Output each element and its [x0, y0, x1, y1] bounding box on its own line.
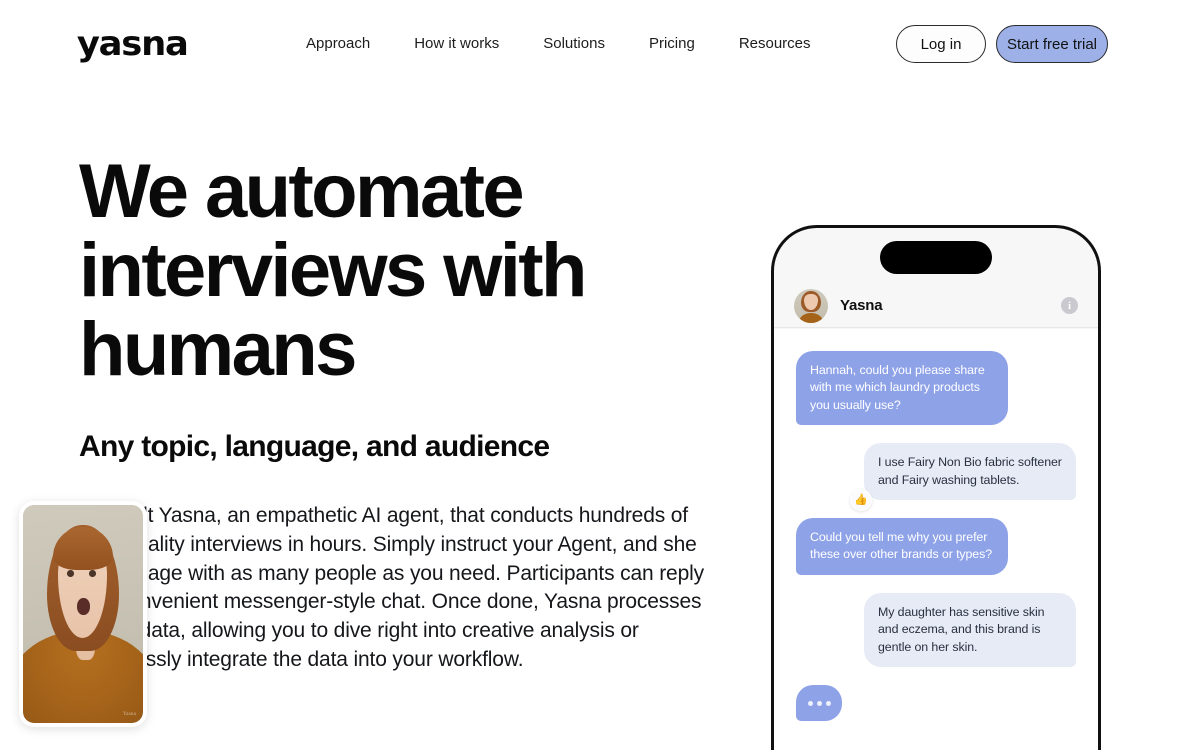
- nav-link-how-it-works[interactable]: How it works: [414, 33, 499, 55]
- top-navigation-bar: yasna Approach How it works Solutions Pr…: [0, 0, 1200, 88]
- start-free-trial-button[interactable]: Start free trial: [996, 25, 1108, 63]
- thumbs-up-reaction-icon[interactable]: 👍: [850, 489, 872, 512]
- user-message-bubble: I use Fairy Non Bio fabric softener and …: [864, 443, 1076, 501]
- landing-page: yasna Approach How it works Solutions Pr…: [0, 0, 1200, 750]
- hero-body-text: We built Yasna, an empathetic AI agent, …: [79, 504, 704, 671]
- hero-title: We automate interviews with humans: [79, 149, 587, 392]
- typing-dot: [807, 700, 813, 706]
- typing-indicator: [796, 685, 842, 722]
- chat-contact-name: Yasna: [840, 297, 883, 314]
- person-mouth: [77, 597, 91, 616]
- nav-actions: Log in Start free trial: [896, 25, 1108, 63]
- agent-message-bubble: Hannah, could you please share with me w…: [796, 351, 1008, 426]
- video-thumbnail: Yasna: [23, 505, 143, 723]
- video-preview-widget[interactable]: Yasna: [19, 501, 147, 727]
- info-icon[interactable]: i: [1061, 297, 1078, 314]
- avatar: [794, 288, 828, 323]
- chat-message-row: My daughter has sensitive skin and eczem…: [796, 592, 1076, 668]
- dynamic-island: [880, 241, 992, 274]
- nav-link-approach[interactable]: Approach: [306, 33, 370, 55]
- typing-dot: [816, 700, 822, 706]
- chat-message-row: [796, 685, 1076, 722]
- person-eye-right: [89, 570, 96, 577]
- person-eye-left: [67, 570, 74, 577]
- hero-subtitle: Any topic, language, and audience: [79, 430, 550, 463]
- nav-link-pricing[interactable]: Pricing: [649, 33, 695, 55]
- typing-dot: [825, 700, 831, 706]
- chat-header: Yasna i: [774, 284, 1098, 328]
- chat-message-row: Hannah, could you please share with me w…: [796, 351, 1076, 426]
- nav-link-solutions[interactable]: Solutions: [543, 33, 605, 55]
- user-message-bubble: My daughter has sensitive skin and eczem…: [864, 592, 1076, 668]
- avatar-body: [798, 312, 824, 323]
- video-watermark: Yasna: [123, 712, 136, 717]
- agent-message-bubble: Could you tell me why you prefer these o…: [796, 518, 1008, 575]
- phone-mockup: Yasna i Hannah, could you please share w…: [771, 225, 1101, 750]
- login-button[interactable]: Log in: [896, 25, 986, 63]
- yasna-logo[interactable]: yasna: [77, 27, 189, 61]
- nav-link-resources[interactable]: Resources: [739, 33, 811, 55]
- chat-message-row: I use Fairy Non Bio fabric softener and …: [796, 443, 1076, 512]
- chat-message-list: Hannah, could you please share with me w…: [774, 329, 1098, 750]
- nav-links: Approach How it works Solutions Pricing …: [306, 33, 811, 55]
- chat-message-row: Could you tell me why you prefer these o…: [796, 518, 1076, 575]
